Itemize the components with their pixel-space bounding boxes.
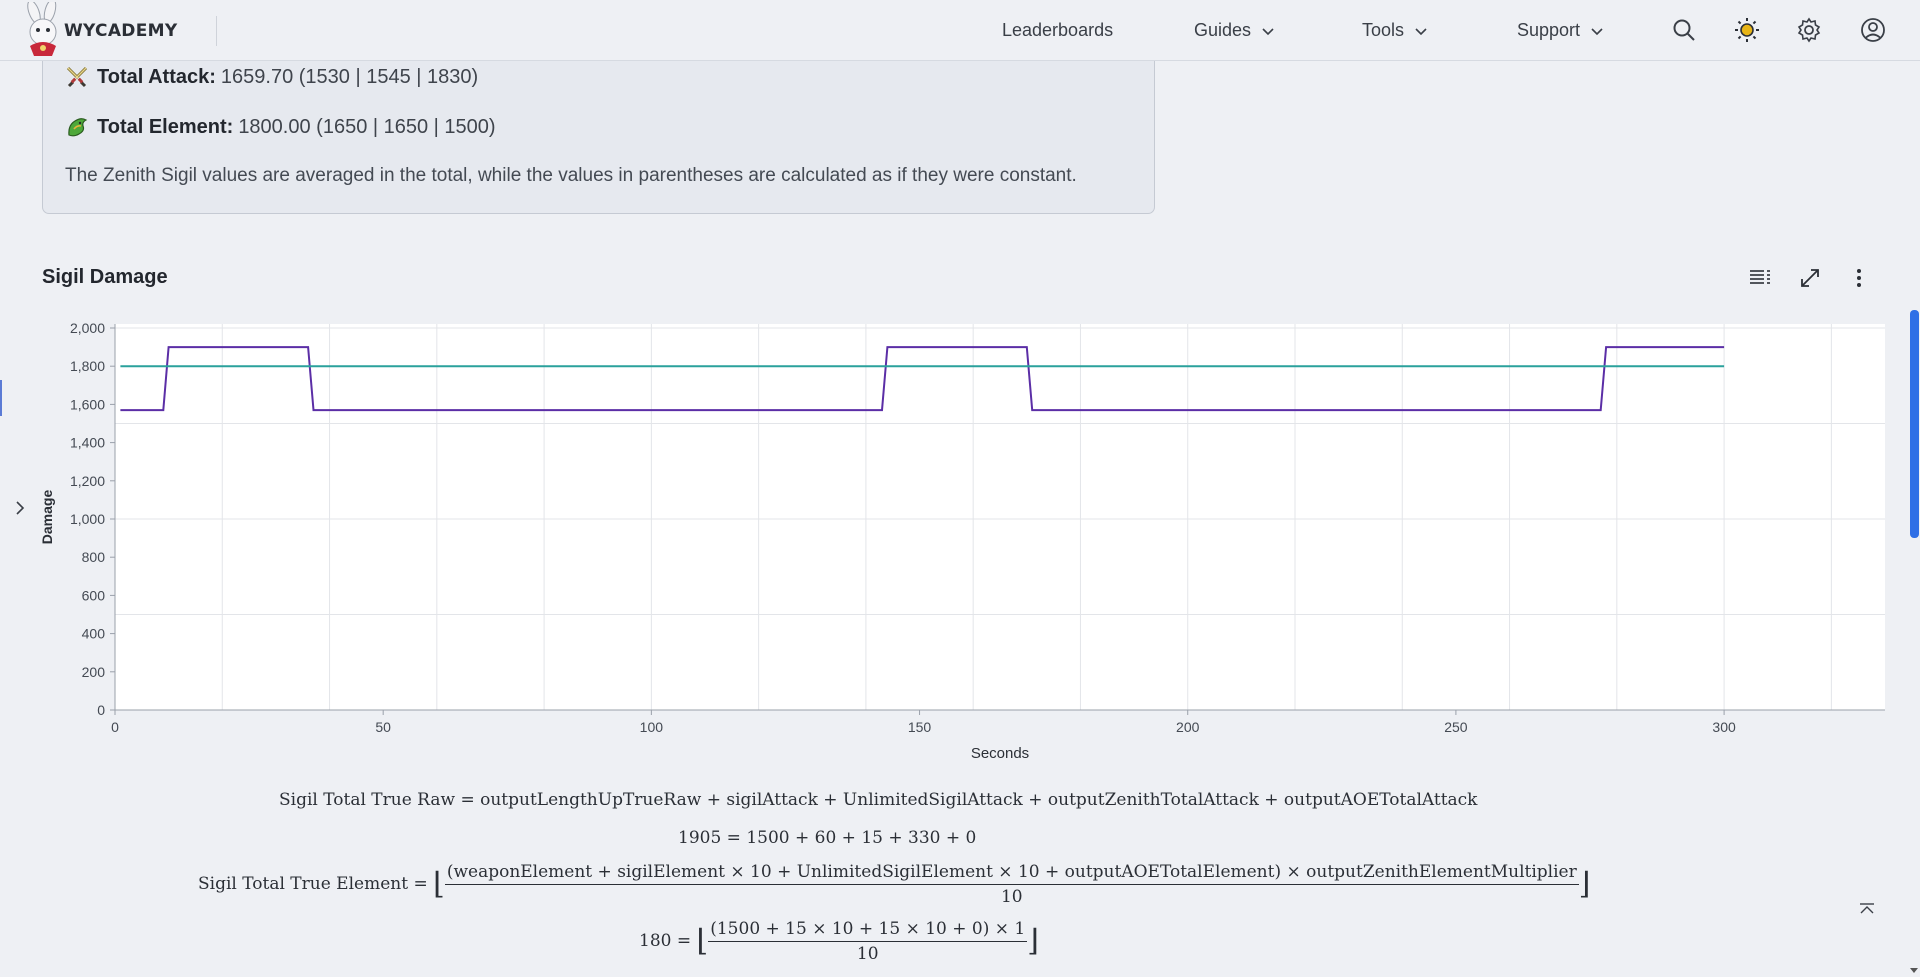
total-stats-card: Total Attack: 1659.70 (1530 | 1545 | 183… xyxy=(42,40,1155,214)
nav-tools-label: Tools xyxy=(1362,20,1405,40)
y-tick-label: 800 xyxy=(82,549,106,565)
raw-result: 1905 = 1500 + 60 + 15 + 330 + 0 xyxy=(678,828,977,848)
floor-bracket-left: ⌊ xyxy=(696,923,709,959)
site-logo[interactable]: WYCADEMY xyxy=(18,0,177,61)
settings-gear-icon[interactable] xyxy=(1796,17,1822,43)
scroll-to-top-icon[interactable] xyxy=(1857,900,1877,920)
logo-text: WYCADEMY xyxy=(64,20,178,41)
element-formula: Sigil Total True Element = ⌊ (weaponElem… xyxy=(198,862,1590,907)
floor-bracket-right: ⌋ xyxy=(1578,866,1591,902)
nav-guides[interactable]: Guides xyxy=(1194,0,1275,61)
sigil-damage-chart: 0 200 400 600 800 1,000 1,200 1,400 1,600 1,800 2,… xyxy=(39,320,1885,762)
x-tick-label: 100 xyxy=(640,719,664,735)
total-element-line: Total Element: 1800.00 (1650 | 1650 | 15… xyxy=(65,115,496,139)
crossed-swords-icon xyxy=(66,66,88,88)
element-result-denominator: 10 xyxy=(856,944,879,964)
rabbit-mascot-icon xyxy=(27,1,57,56)
chevron-down-icon xyxy=(1415,27,1427,35)
x-tick-label: 0 xyxy=(111,719,119,735)
raw-formula: Sigil Total True Raw = outputLengthUpTru… xyxy=(279,790,1478,810)
list-view-icon[interactable] xyxy=(1748,266,1772,290)
total-attack-value: 1659.70 (1530 | 1545 | 1830) xyxy=(220,65,479,88)
zenith-note: The Zenith Sigil values are averaged in … xyxy=(65,165,1077,186)
total-attack-line: Total Attack: 1659.70 (1530 | 1545 | 183… xyxy=(65,65,478,89)
more-options-icon[interactable] xyxy=(1847,266,1871,290)
search-icon[interactable] xyxy=(1671,17,1697,43)
y-axis-label: Damage xyxy=(39,490,55,545)
nav-leaderboards-label: Leaderboards xyxy=(1002,20,1114,40)
chart-title: Sigil Damage xyxy=(42,266,168,288)
element-fraction: (weaponElement + sigilElement × 10 + Unl… xyxy=(444,862,1579,907)
total-element-value: 1800.00 (1650 | 1650 | 1500) xyxy=(238,115,496,138)
y-tick-label: 1,000 xyxy=(70,511,105,527)
floor-bracket-left: ⌊ xyxy=(433,866,445,902)
scrollbar-thumb[interactable] xyxy=(1910,310,1919,538)
y-tick-label: 1,200 xyxy=(70,473,105,489)
expand-icon[interactable] xyxy=(1798,266,1822,290)
header-divider xyxy=(216,16,217,46)
element-result-fraction: (1500 + 15 × 10 + 15 × 10 + 0) × 1 10 xyxy=(708,919,1028,964)
total-attack-label: Total Attack: xyxy=(97,65,216,88)
total-element-label: Total Element: xyxy=(97,115,234,138)
nav-leaderboards[interactable]: Leaderboards xyxy=(1002,0,1113,61)
theme-sun-icon[interactable] xyxy=(1734,17,1760,43)
y-tick-label: 400 xyxy=(82,626,106,642)
nav-support-label: Support xyxy=(1517,20,1581,40)
y-tick-label: 0 xyxy=(97,702,105,718)
x-tick-label: 150 xyxy=(908,719,932,735)
chevron-down-icon xyxy=(1262,27,1274,35)
scroll-down-arrow-icon[interactable] xyxy=(1910,966,1918,974)
x-tick-label: 300 xyxy=(1712,719,1736,735)
x-tick-label: 250 xyxy=(1444,719,1468,735)
plot-area xyxy=(115,324,1885,710)
y-tick-label: 1,400 xyxy=(70,435,105,451)
x-tick-label: 50 xyxy=(375,719,391,735)
nav-support[interactable]: Support xyxy=(1517,0,1604,61)
y-tick-label: 2,000 xyxy=(70,320,105,336)
element-denominator: 10 xyxy=(1000,887,1023,907)
dragon-element-icon xyxy=(68,118,88,137)
x-axis-label: Seconds xyxy=(971,745,1029,762)
account-icon[interactable] xyxy=(1860,17,1886,43)
y-tick-label: 1,800 xyxy=(70,358,105,374)
floor-bracket-right: ⌋ xyxy=(1027,923,1039,959)
nav-tools[interactable]: Tools xyxy=(1362,0,1428,61)
y-tick-label: 1,600 xyxy=(70,396,105,412)
chevron-down-icon xyxy=(1591,27,1603,35)
x-tick-label: 200 xyxy=(1176,719,1200,735)
top-navigation-bar: WYCADEMY Leaderboards Guides Tools Suppo… xyxy=(0,0,1920,61)
element-result: 180 = ⌊ (1500 + 15 × 10 + 15 × 10 + 0) ×… xyxy=(639,919,1039,964)
element-numerator: (weaponElement + sigilElement × 10 + Unl… xyxy=(444,862,1579,885)
y-tick-label: 200 xyxy=(82,664,106,680)
y-tick-label: 600 xyxy=(82,587,106,603)
nav-guides-label: Guides xyxy=(1194,20,1252,40)
element-result-lhs: 180 = xyxy=(639,931,692,951)
element-result-numerator: (1500 + 15 × 10 + 15 × 10 + 0) × 1 xyxy=(708,919,1028,942)
element-formula-lhs: Sigil Total True Element = xyxy=(198,874,428,894)
